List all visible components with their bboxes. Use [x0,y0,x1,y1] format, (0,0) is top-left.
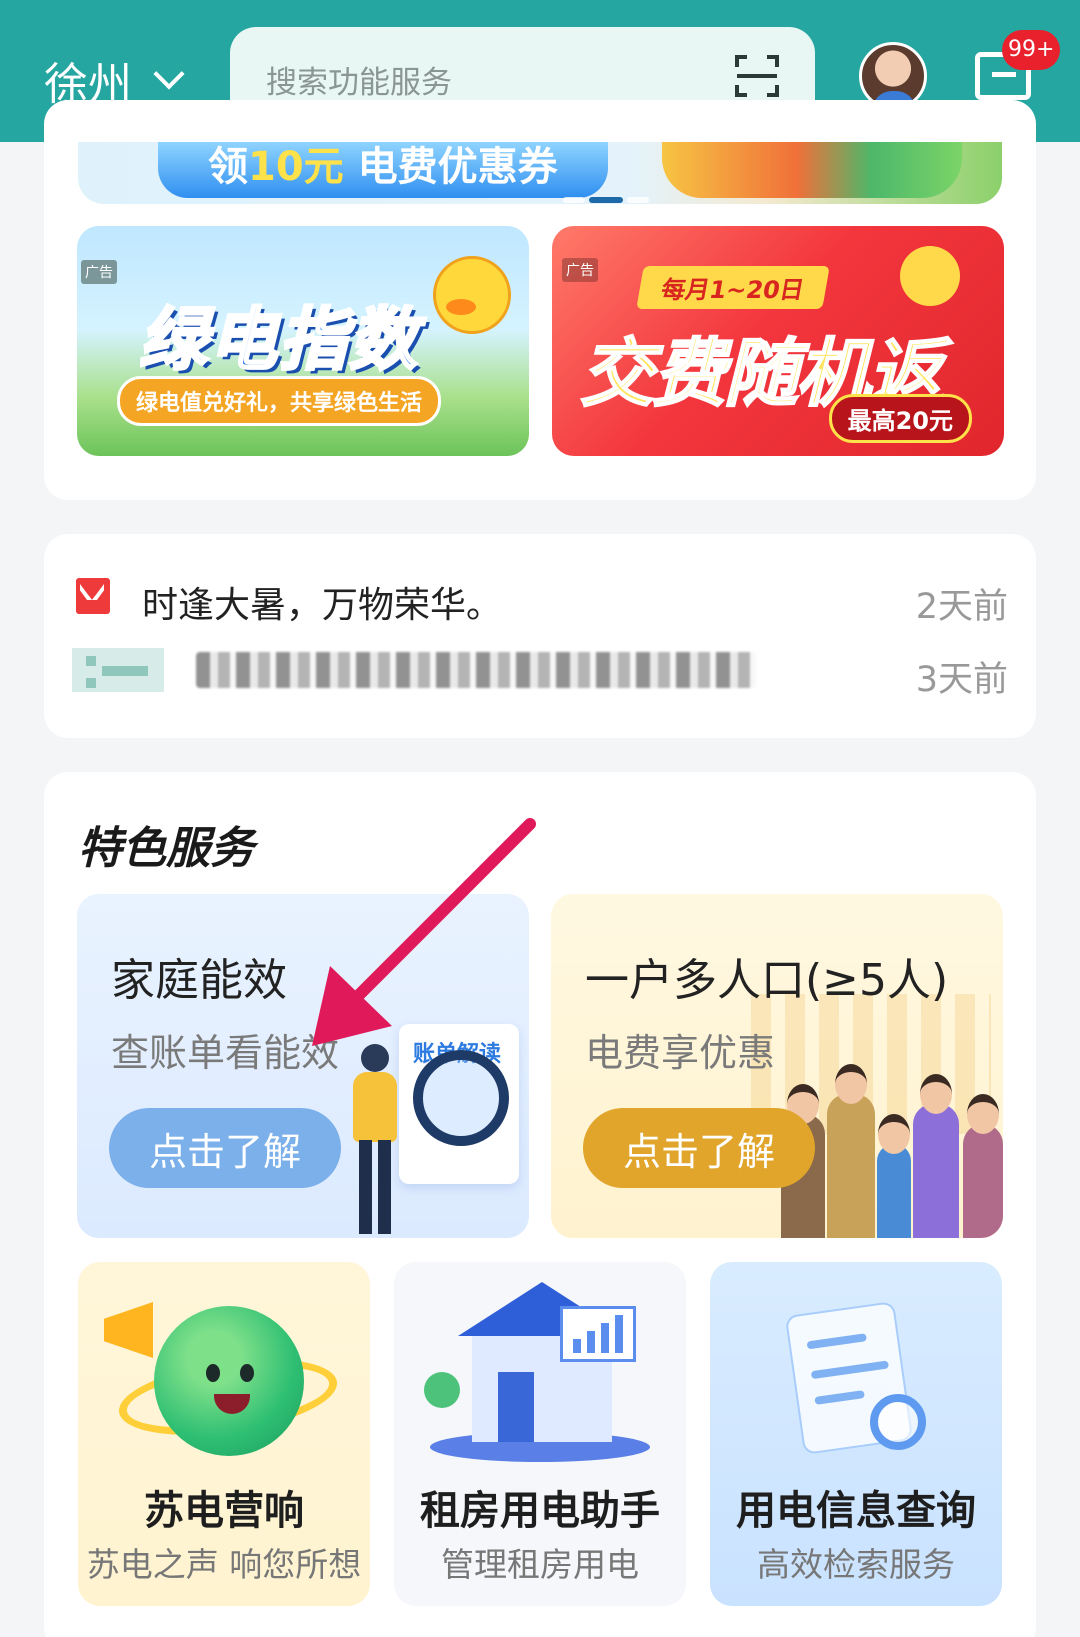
gift-illustration [662,142,962,198]
ad-pill: 最高20元 [828,394,972,443]
card-subtitle: 查账单看能效 [111,1031,340,1075]
service-tile-voice[interactable]: 苏电营响 苏电之声 响您所想 [78,1262,370,1606]
envelope-icon [76,578,110,614]
card-subtitle: 电费享优惠 [585,1031,776,1075]
notice-card [44,534,1036,738]
ad-payment-cashback[interactable]: 广告 每月1~20日 交费随机返 最高20元 [552,226,1004,456]
ad-tag: 广告 [562,258,598,282]
ad-title: 绿电指数 [137,300,420,382]
scan-icon[interactable] [735,55,779,97]
tree-icon [424,1372,460,1408]
card-title: 家庭能效 [111,955,287,1006]
coupon-banner[interactable]: 领10元 电费优惠券 [158,142,608,198]
magnifier-icon [413,1050,509,1146]
tile-subtitle: 苏电之声 响您所想 [86,1545,362,1584]
large-household-card[interactable]: 一户多人口(≥5人) 电费享优惠 点击了解 [551,894,1003,1238]
service-tile-rental[interactable]: 租房用电助手 管理租房用电 [394,1262,686,1606]
notice-icon-blurred [72,648,164,692]
notice-item-time: 2天前 [915,587,1008,627]
tile-subtitle: 管理租房用电 [441,1545,639,1584]
chart-board-icon [560,1306,636,1362]
carousel-indicator [563,188,673,203]
learn-more-button[interactable]: 点击了解 [109,1108,341,1188]
person-illustration [347,1044,403,1234]
ad-tag: 广告 [81,260,117,284]
carousel-banner[interactable]: 领10元 电费优惠券 [78,142,1002,204]
tile-title: 租房用电助手 [420,1488,660,1534]
tile-title: 用电信息查询 [736,1488,976,1534]
home-energy-efficiency-card[interactable]: 家庭能效 查账单看能效 账单解读 点击了解 [77,894,529,1238]
earth-mascot-icon [154,1306,304,1456]
ad-ribbon: 每月1~20日 [636,266,831,309]
notice-item-text[interactable]: 时逢大暑，万物荣华。 [142,576,502,628]
message-badge: 99+ [1002,30,1061,70]
service-tile-usage-query[interactable]: 用电信息查询 高效检索服务 [710,1262,1002,1606]
learn-more-button[interactable]: 点击了解 [583,1108,815,1188]
coupon-suffix: 电费优惠券 [357,144,558,190]
ad-subtitle: 绿电值兑好礼，共享绿色生活 [117,376,442,426]
tile-subtitle: 高效检索服务 [757,1545,955,1584]
search-placeholder[interactable]: 搜索功能服务 [266,57,452,102]
magnifier-icon [870,1394,926,1450]
megaphone-icon [900,246,960,306]
coupon-prefix: 领 [208,144,248,190]
duck-mascot-icon [433,256,511,334]
section-title: 特色服务 [78,823,254,874]
tile-title: 苏电营响 [144,1488,304,1534]
notice-item-text-blurred[interactable] [196,652,756,688]
card-title: 一户多人口(≥5人) [585,955,949,1006]
notice-item-time: 3天前 [915,660,1008,700]
chevron-down-icon[interactable] [153,58,185,90]
ad-green-power-index[interactable]: 广告 绿电指数 绿电值兑好礼，共享绿色生活 [77,226,529,456]
coupon-amount: 10元 [248,144,344,190]
